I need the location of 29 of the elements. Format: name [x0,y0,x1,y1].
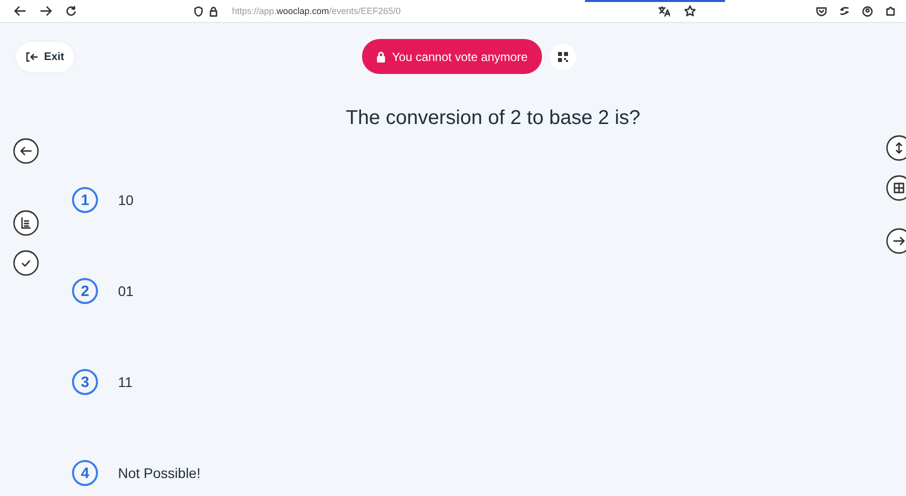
option-text[interactable]: 10 [118,187,134,213]
option-text[interactable]: 01 [118,278,134,304]
question-text: The conversion of 2 to base 2 is? [344,106,642,131]
exit-icon [26,52,38,62]
exit-button[interactable]: Exit [16,42,74,72]
check-icon[interactable] [13,250,39,276]
option-number[interactable]: 2 [72,278,98,304]
lock-icon [376,50,386,62]
url-field[interactable]: https://app.wooclap.com/events/EEF265/0 [232,6,401,16]
chart-icon[interactable] [13,210,39,236]
reload-icon[interactable] [66,6,76,16]
option-text[interactable]: 11 [118,369,133,395]
qr-code-icon [558,52,568,62]
option-number[interactable]: 3 [72,369,98,395]
grid-icon[interactable] [886,175,906,201]
translate-icon[interactable] [658,6,670,16]
next-icon[interactable] [886,228,906,254]
star-icon[interactable] [684,5,696,17]
qr-code-button[interactable] [550,44,576,70]
back-icon[interactable] [14,6,26,16]
option-number[interactable]: 1 [72,187,98,213]
shield-icon[interactable] [194,6,203,16]
previous-icon[interactable] [13,138,39,164]
forward-icon[interactable] [40,6,52,16]
option-number[interactable]: 4 [72,460,98,486]
lock-icon[interactable] [209,6,218,16]
vote-closed-badge: You cannot vote anymore [362,39,542,74]
resize-icon[interactable] [886,135,906,161]
option-text[interactable]: Not Possible! [118,460,200,486]
